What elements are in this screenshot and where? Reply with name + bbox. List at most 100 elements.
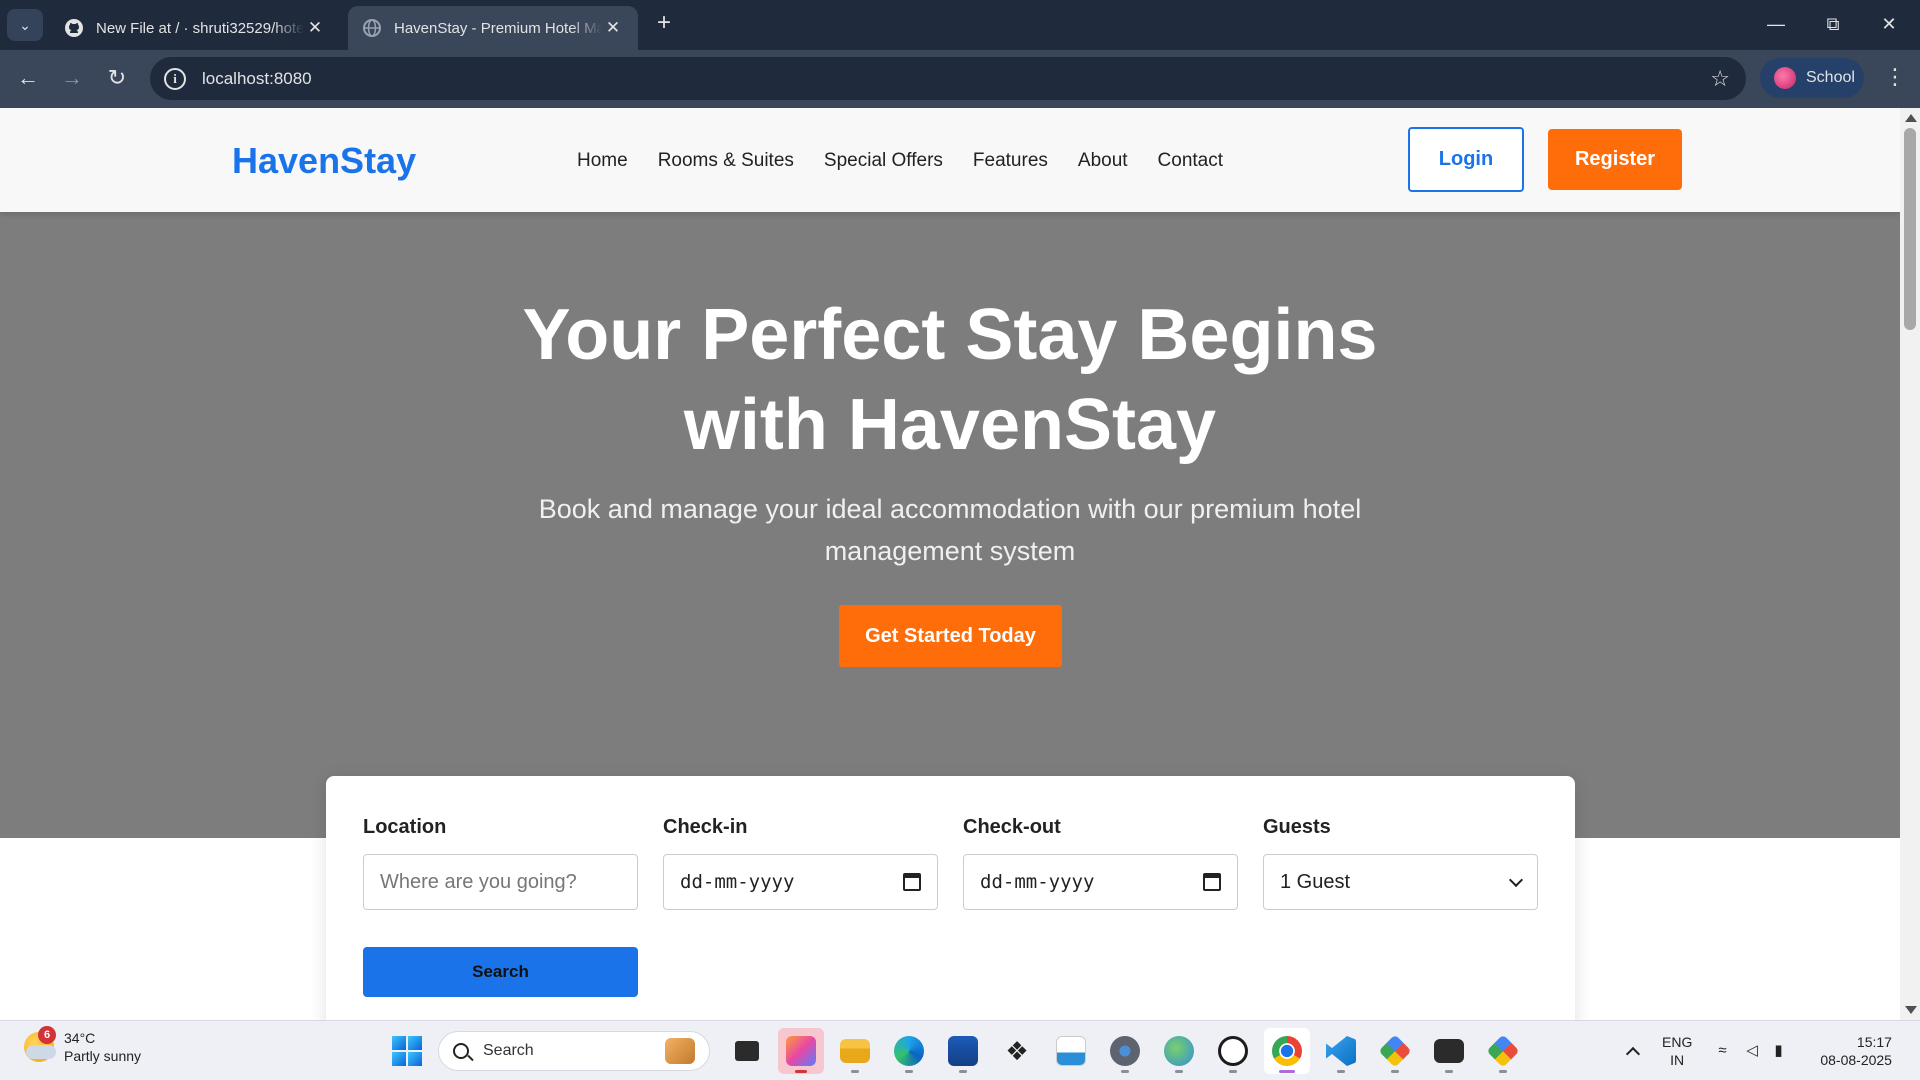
- main-nav: Home Rooms & Suites Special Offers Featu…: [577, 150, 1223, 172]
- profile-button[interactable]: School: [1760, 58, 1864, 98]
- hero-title: Your Perfect Stay Begins with HavenStay: [0, 290, 1900, 470]
- scrollbar-thumb[interactable]: [1904, 128, 1916, 330]
- arrow-left-icon: ←: [17, 65, 39, 90]
- scroll-up-icon[interactable]: [1905, 114, 1917, 122]
- whatsapp-app[interactable]: [1210, 1028, 1256, 1074]
- bookmark-star-icon[interactable]: ☆: [1710, 66, 1730, 92]
- login-button[interactable]: Login: [1408, 127, 1524, 192]
- git-icon: [1378, 1034, 1412, 1068]
- git-app[interactable]: [1372, 1028, 1418, 1074]
- amazon-app[interactable]: [1048, 1028, 1094, 1074]
- vscode-icon: [1326, 1036, 1356, 1066]
- weather-desc: Partly sunny: [64, 1048, 142, 1064]
- avatar: [1774, 67, 1796, 89]
- checkout-field: Check-out dd-mm-yyyy: [963, 816, 1238, 910]
- git-gui-icon: [1486, 1034, 1520, 1068]
- close-icon[interactable]: ✕: [304, 18, 326, 38]
- site-logo[interactable]: HavenStay: [232, 140, 416, 182]
- show-hidden-icons-button[interactable]: [1625, 1046, 1641, 1062]
- guests-value: 1 Guest: [1280, 870, 1351, 893]
- taskbar-apps: Search ❖: [384, 1028, 1530, 1074]
- reload-icon: ↻: [107, 65, 127, 90]
- battery-icon: ▮: [1774, 1042, 1783, 1059]
- whatsapp-icon: [1218, 1036, 1248, 1066]
- minimize-button[interactable]: —: [1753, 6, 1799, 42]
- checkout-label: Check-out: [963, 816, 1061, 838]
- copilot-app[interactable]: [778, 1028, 824, 1074]
- location-input[interactable]: Where are you going?: [363, 854, 638, 910]
- new-tab-button[interactable]: +: [650, 10, 678, 38]
- nav-home[interactable]: Home: [577, 150, 628, 172]
- start-button[interactable]: [384, 1028, 430, 1074]
- nav-contact[interactable]: Contact: [1158, 150, 1223, 172]
- reload-button[interactable]: ↻: [101, 62, 133, 94]
- taskbar: 6 34°C Partly sunny Search ❖ ENG IN ≈ ◁ …: [0, 1020, 1920, 1080]
- clock[interactable]: 15:17 08-08-2025: [1820, 1033, 1892, 1069]
- site-info-icon[interactable]: i: [164, 67, 186, 90]
- forward-button[interactable]: →: [56, 62, 88, 94]
- checkout-date-input[interactable]: dd-mm-yyyy: [963, 854, 1238, 910]
- get-started-button[interactable]: Get Started Today: [839, 605, 1062, 667]
- calendar-icon[interactable]: [1203, 873, 1221, 891]
- browser-tab-strip: ⌄ New File at / · shruti32529/hotel-mana…: [0, 0, 1920, 50]
- page-viewport: HavenStay Home Rooms & Suites Special Of…: [0, 108, 1900, 1020]
- edge-app[interactable]: [886, 1028, 932, 1074]
- amazon-icon: [1056, 1036, 1086, 1066]
- language-indicator[interactable]: ENG IN: [1662, 1033, 1692, 1069]
- back-button[interactable]: ←: [12, 62, 44, 94]
- checkout-value: dd-mm-yyyy: [980, 871, 1095, 893]
- tab-github[interactable]: New File at / · shruti32529/hotel-manage…: [50, 6, 340, 50]
- globe-icon: [363, 19, 381, 37]
- taskbar-search[interactable]: Search: [438, 1031, 710, 1071]
- weather-widget[interactable]: 6 34°C Partly sunny: [24, 1026, 142, 1065]
- nav-about[interactable]: About: [1078, 150, 1128, 172]
- region-code: IN: [1670, 1052, 1685, 1068]
- terminal-icon: [1434, 1039, 1464, 1063]
- store-app[interactable]: [940, 1028, 986, 1074]
- restore-button[interactable]: ⧉: [1810, 6, 1856, 42]
- address-bar[interactable]: i localhost:8080 ☆: [150, 57, 1746, 100]
- calendar-icon[interactable]: [903, 873, 921, 891]
- search-highlight-icon: [665, 1038, 695, 1064]
- task-view-button[interactable]: [724, 1028, 770, 1074]
- checkin-value: dd-mm-yyyy: [680, 871, 795, 893]
- wifi-icon: ≈: [1718, 1042, 1727, 1059]
- search-button[interactable]: Search: [363, 947, 638, 997]
- checkin-date-input[interactable]: dd-mm-yyyy: [663, 854, 938, 910]
- dropbox-app[interactable]: ❖: [994, 1028, 1040, 1074]
- browser-toolbar: ← → ↻ i localhost:8080 ☆ School ⋮: [0, 50, 1920, 108]
- vscode-app[interactable]: [1318, 1028, 1364, 1074]
- hero-section: Your Perfect Stay Begins with HavenStay …: [0, 212, 1900, 838]
- guests-select[interactable]: 1 Guest: [1263, 854, 1538, 910]
- notification-badge: 6: [38, 1026, 56, 1044]
- weather-temp: 34°C: [64, 1030, 96, 1046]
- url-text[interactable]: localhost:8080: [202, 69, 312, 89]
- page-scrollbar[interactable]: [1900, 108, 1920, 1020]
- nav-special-offers[interactable]: Special Offers: [824, 150, 943, 172]
- settings-app[interactable]: [1102, 1028, 1148, 1074]
- search-icon: [453, 1043, 469, 1059]
- tab-search-button[interactable]: ⌄: [7, 9, 43, 41]
- browser-menu-button[interactable]: ⋮: [1880, 62, 1910, 94]
- booking-search-card: Location Where are you going? Check-in d…: [326, 776, 1575, 1020]
- register-button[interactable]: Register: [1548, 129, 1682, 190]
- quick-settings[interactable]: ≈ ◁ ▮: [1718, 1043, 1792, 1059]
- language-code: ENG: [1662, 1034, 1693, 1050]
- scroll-down-icon[interactable]: [1905, 1006, 1917, 1014]
- checkin-field: Check-in dd-mm-yyyy: [663, 816, 938, 910]
- nav-features[interactable]: Features: [973, 150, 1048, 172]
- location-field: Location Where are you going?: [363, 816, 638, 910]
- kebab-menu-icon: ⋮: [1884, 64, 1906, 89]
- github-icon: [65, 19, 83, 37]
- browser-app[interactable]: [1156, 1028, 1202, 1074]
- nav-rooms-suites[interactable]: Rooms & Suites: [658, 150, 794, 172]
- file-explorer-app[interactable]: [832, 1028, 878, 1074]
- edge-icon: [894, 1036, 924, 1066]
- close-icon[interactable]: ✕: [602, 18, 624, 38]
- settings-icon: [1110, 1036, 1140, 1066]
- window-close-button[interactable]: ✕: [1866, 6, 1912, 42]
- chrome-app[interactable]: [1264, 1028, 1310, 1074]
- git-gui-app[interactable]: [1480, 1028, 1526, 1074]
- tab-havenstay[interactable]: HavenStay - Premium Hotel Management ✕: [348, 6, 638, 50]
- terminal-app[interactable]: [1426, 1028, 1472, 1074]
